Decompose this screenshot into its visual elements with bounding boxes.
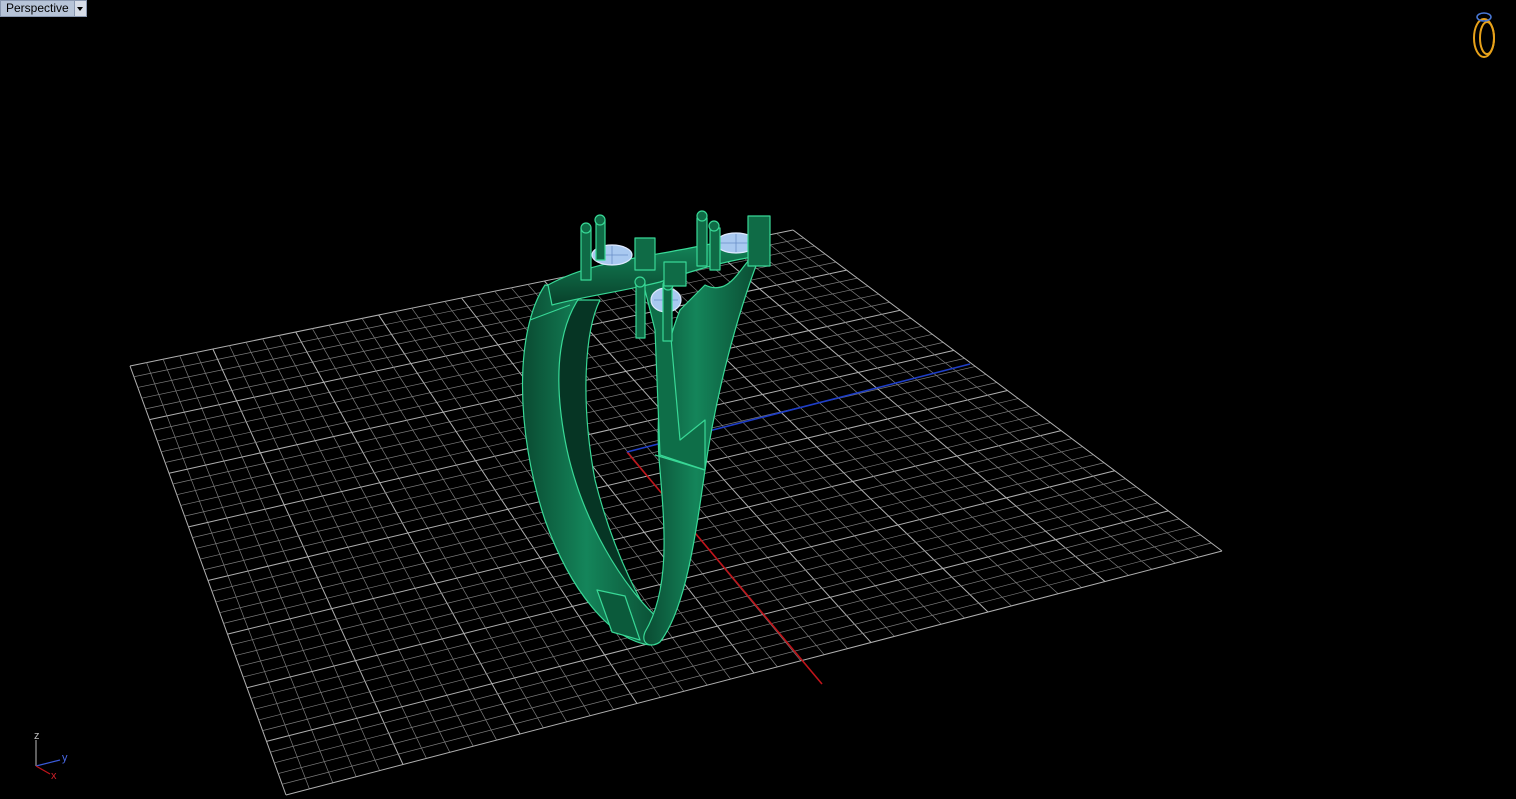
grid-line bbox=[792, 229, 1223, 552]
grid-line bbox=[285, 550, 1223, 796]
ring-navigator-icon[interactable] bbox=[1473, 12, 1495, 58]
grid-line bbox=[278, 534, 1201, 774]
scene-canvas[interactable]: z y x bbox=[0, 0, 1516, 799]
grid-line bbox=[282, 542, 1212, 785]
x-axis-line bbox=[626, 451, 823, 685]
grid-line bbox=[262, 502, 1158, 731]
axis-gizmo: z y x bbox=[34, 730, 68, 782]
grid-line bbox=[274, 526, 1190, 764]
grid-line bbox=[726, 243, 1129, 576]
axis-label-z: z bbox=[34, 730, 40, 742]
grid-line bbox=[759, 236, 1176, 564]
axis-label-x: x bbox=[51, 770, 57, 782]
grid-line bbox=[776, 233, 1199, 558]
perspective-viewport[interactable]: Perspective z y x bbox=[0, 0, 1516, 799]
ring-model[interactable] bbox=[521, 210, 771, 646]
axis-label-y: y bbox=[62, 752, 68, 764]
grid-line bbox=[270, 518, 1180, 753]
